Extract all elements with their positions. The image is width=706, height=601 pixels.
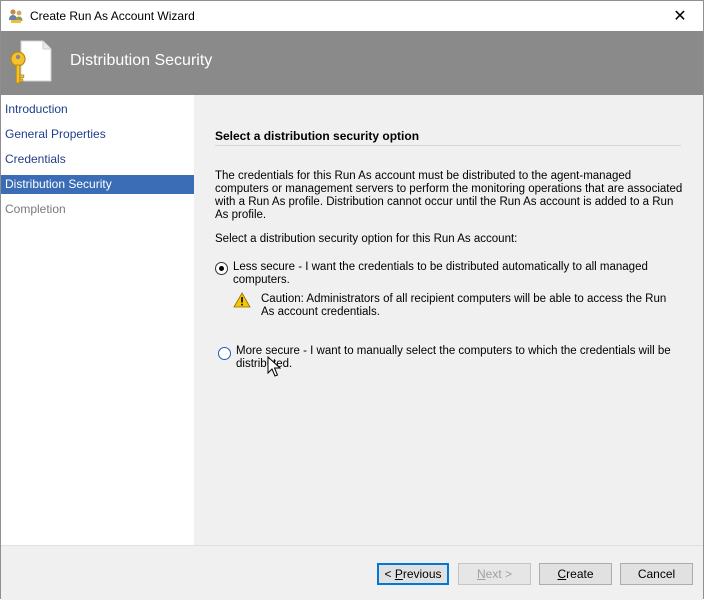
wizard-steps-nav: Introduction General Properties Credenti… [1, 95, 194, 545]
create-button[interactable]: Create [539, 563, 612, 585]
section-title: Select a distribution security option [215, 129, 420, 143]
create-mnemonic: C [557, 567, 567, 581]
previous-rest: revious [402, 567, 442, 581]
nav-item-completion: Completion [5, 202, 66, 216]
button-bar: < Previous Next > Create Cancel [1, 545, 703, 600]
key-document-icon [10, 40, 52, 84]
nav-item-credentials[interactable]: Credentials [1, 150, 194, 169]
nav-item-distribution-security[interactable]: Distribution Security [1, 175, 194, 194]
cancel-button[interactable]: Cancel [620, 563, 693, 585]
nav-item-introduction[interactable]: Introduction [1, 100, 194, 119]
more-secure-label[interactable]: More secure - I want to manually select … [236, 345, 676, 371]
close-icon: ✕ [673, 8, 687, 25]
next-rest: ext > [485, 567, 513, 581]
caution-text: Caution: Administrators of all recipient… [261, 293, 667, 318]
close-button[interactable]: ✕ [657, 1, 703, 31]
nav-item-general-properties[interactable]: General Properties [1, 125, 194, 144]
wizard-window: Create Run As Account Wizard ✕ Distribut… [0, 0, 704, 600]
option-more-secure[interactable]: More secure - I want to manually select … [215, 345, 685, 373]
create-rest: reate [566, 567, 594, 581]
less-secure-radio[interactable] [215, 262, 228, 275]
section-divider [215, 145, 681, 146]
page-title: Distribution Security [70, 52, 213, 69]
previous-button[interactable]: < Previous [377, 563, 449, 585]
option-less-secure[interactable]: Less secure - I want the credentials to … [215, 261, 685, 289]
less-secure-label[interactable]: Less secure - I want the credentials to … [233, 261, 673, 287]
prompt-text: Select a distribution security option fo… [215, 233, 518, 245]
window-title: Create Run As Account Wizard [30, 9, 195, 23]
warning-icon [233, 292, 251, 308]
description-text: The credentials for this Run As account … [215, 170, 683, 221]
next-mnemonic: N [476, 567, 486, 581]
users-key-icon [9, 9, 23, 23]
main-content: Select a distribution security option Th… [194, 95, 703, 545]
previous-prefix: < [384, 567, 395, 581]
more-secure-radio[interactable] [218, 347, 231, 360]
title-bar: Create Run As Account Wizard ✕ [1, 1, 703, 31]
next-button: Next > [458, 563, 531, 585]
header-banner: Distribution Security [1, 31, 703, 95]
previous-mnemonic: P [394, 567, 403, 581]
